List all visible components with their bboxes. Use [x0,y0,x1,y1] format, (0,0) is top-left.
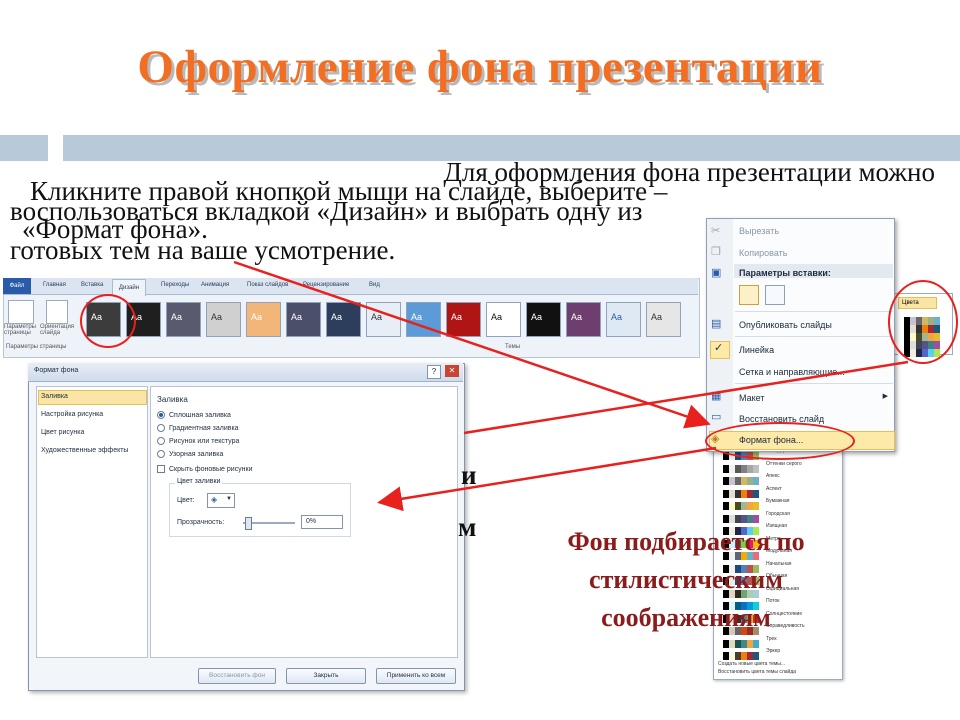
annotation-arrows [233,260,909,512]
arrow-to-dialog [377,446,717,512]
arrow-from-colors [463,360,909,435]
arrow-to-format [233,260,711,429]
